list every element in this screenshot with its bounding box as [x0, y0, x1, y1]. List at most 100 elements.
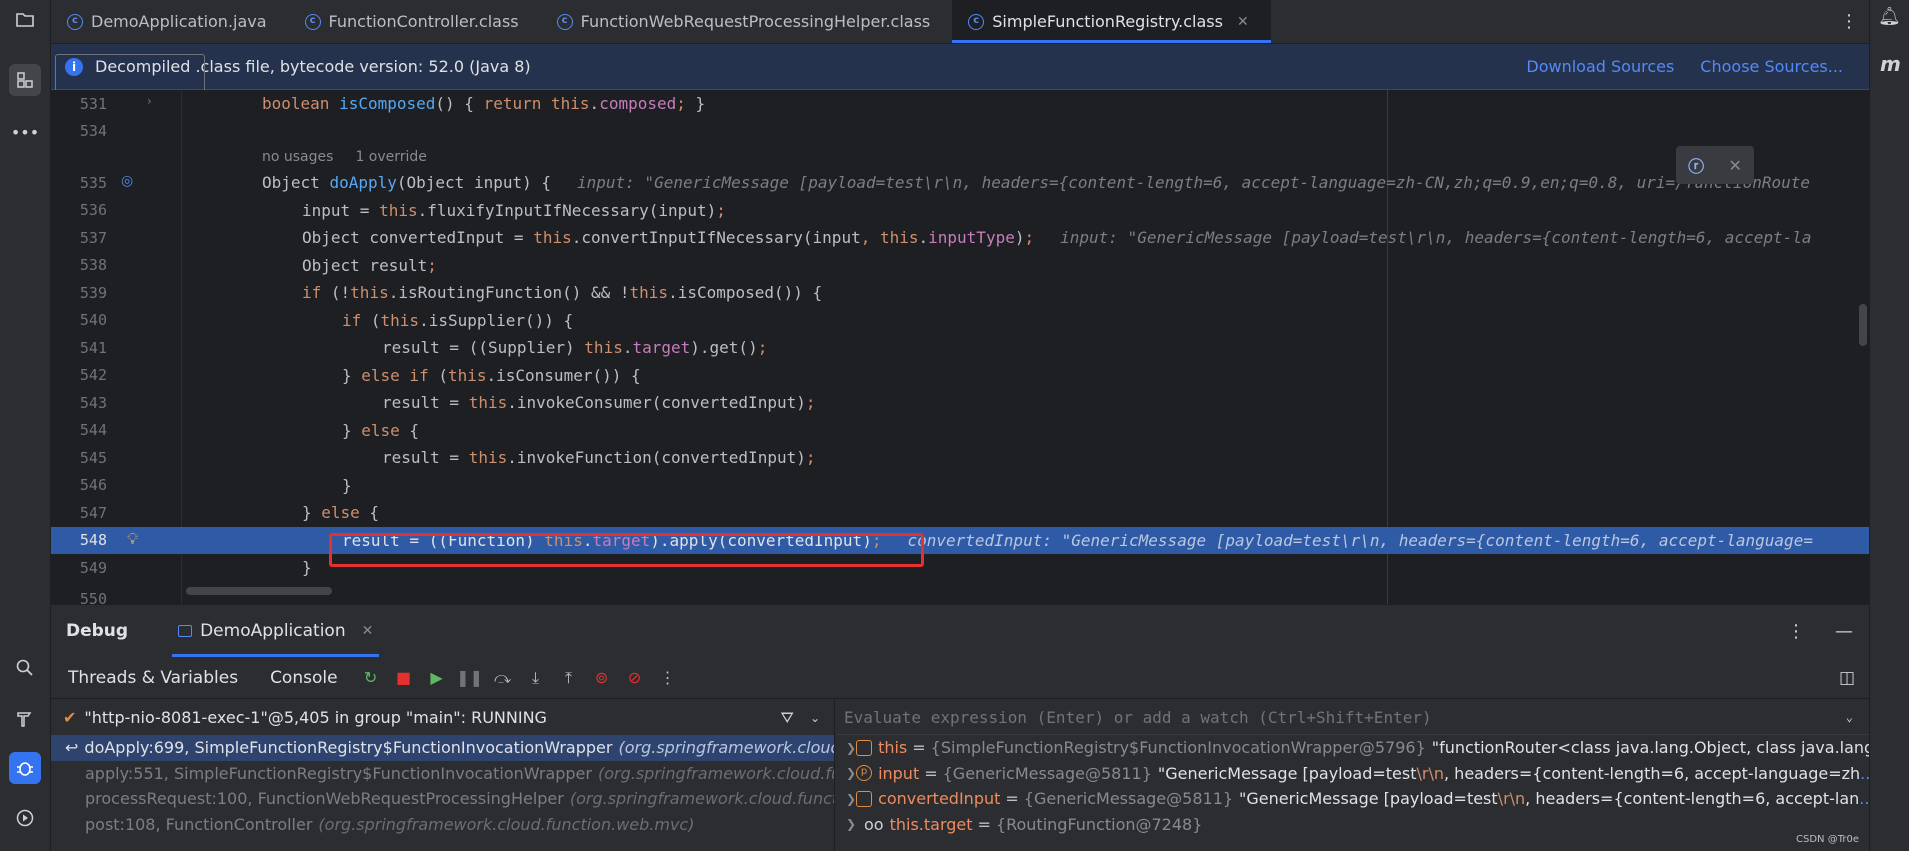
frame-row[interactable]: post:108, FunctionController (org.spring…	[51, 812, 834, 838]
app-window-icon	[178, 625, 193, 637]
class-file-icon: c	[304, 13, 321, 30]
code-line: 541 result = ((Supplier) this.target).ge…	[79, 338, 768, 358]
usages-line: no usages 1 override	[51, 145, 1869, 169]
choose-sources-link[interactable]: Choose Sources...	[1700, 57, 1843, 76]
variable-row[interactable]: ❯ this = {SimpleFunctionRegistry$Function…	[836, 735, 1869, 761]
run-services-icon[interactable]	[9, 802, 41, 834]
code-line: 547 } else {	[79, 503, 380, 523]
debug-bug-icon[interactable]	[9, 752, 41, 784]
reader-mode-icon[interactable]: ⓡ	[1688, 153, 1704, 177]
chevron-right-icon[interactable]: ❯	[846, 817, 864, 831]
close-icon[interactable]: ✕	[362, 623, 374, 639]
view-link[interactable]: ... View	[1860, 764, 1869, 783]
fold-chevron-icon[interactable]: ›	[147, 94, 152, 108]
override-hint[interactable]: 1 override	[355, 149, 426, 165]
code-line: 538 Object result;	[79, 255, 437, 275]
step-into-icon[interactable]: ⤓	[525, 667, 547, 689]
usages-hint[interactable]: no usages	[262, 149, 333, 165]
tab-function-web-request-helper[interactable]: c FunctionWebRequestProcessingHelper.cla…	[541, 0, 953, 43]
return-arrow-icon: ↩	[65, 738, 79, 758]
more-vertical-icon[interactable]: ⋮	[1829, 0, 1869, 43]
frames-list: ✔ "http-nio-8081-exec-1"@5,405 in group …	[51, 700, 835, 851]
decompiled-banner: i Decompiled .class file, bytecode versi…	[51, 44, 1869, 90]
ai-assistant-icon[interactable]: m	[1880, 52, 1901, 76]
tab-threads-variables[interactable]: Threads & Variables	[68, 668, 238, 688]
code-line: 543 result = this.invokeConsumer(convert…	[79, 393, 816, 413]
tab-demo-application[interactable]: c DemoApplication.java	[51, 0, 289, 43]
notifications-bell-icon[interactable]: 🔔︎	[1878, 6, 1901, 27]
class-file-icon: c	[968, 13, 985, 30]
tab-simple-function-registry[interactable]: c SimpleFunctionRegistry.class ✕	[952, 0, 1271, 43]
tab-debug-session[interactable]: DemoApplication ✕	[172, 605, 379, 657]
code-line: 545 result = this.invokeFunction(convert…	[79, 448, 816, 468]
frame-row[interactable]: ↩ doApply:699, SimpleFunctionRegistry$Fu…	[51, 735, 834, 761]
resume-icon[interactable]: ▶	[426, 667, 448, 689]
class-file-icon: c	[556, 13, 573, 30]
chevron-down-icon[interactable]: ⌄	[810, 711, 820, 725]
evaluate-expression-input[interactable]: Evaluate expression (Enter) or add a wat…	[836, 700, 1869, 735]
pause-icon[interactable]: ❚❚	[456, 667, 483, 689]
variable-row[interactable]: ❯ p input = {GenericMessage@5811} "Generi…	[836, 761, 1869, 787]
stop-icon[interactable]: ■	[393, 667, 415, 689]
lightbulb-icon[interactable]: 💡︎	[127, 529, 138, 549]
structure-icon[interactable]	[9, 64, 41, 96]
chevron-right-icon[interactable]: ❯	[846, 792, 856, 806]
code-line: 542 } else if (this.isConsumer()) {	[79, 365, 641, 385]
frame-row[interactable]: apply:551, SimpleFunctionRegistry$Functi…	[51, 761, 834, 787]
frame-row[interactable]: processRequest:100, FunctionWebRequestPr…	[51, 786, 834, 812]
tab-console[interactable]: Console	[270, 668, 338, 688]
override-marker-icon[interactable]: ◎	[121, 173, 133, 189]
download-sources-link[interactable]: Download Sources	[1526, 57, 1674, 76]
code-line: 536 input = this.fluxifyInputIfNecessary…	[79, 200, 726, 220]
debug-header: Debug DemoApplication ✕ ⋮ —	[51, 605, 1869, 657]
watermark: CSDN @Tr0e	[1796, 834, 1859, 845]
execution-line: 548 💡︎ result = ((Function) this.target)…	[51, 526, 1869, 554]
right-tool-strip: 🔔︎ m	[1869, 0, 1909, 851]
code-line: 537 Object convertedInput = this.convert…	[79, 228, 1812, 248]
variable-row[interactable]: ❯ convertedInput = {GenericMessage@5811} …	[836, 786, 1869, 812]
thread-selector[interactable]: ✔ "http-nio-8081-exec-1"@5,405 in group …	[51, 700, 834, 735]
left-tool-strip: •••	[0, 0, 51, 851]
code-editor[interactable]: 531 › boolean isComposed() { return this…	[51, 90, 1869, 604]
chevron-right-icon[interactable]: ❯	[846, 741, 856, 755]
minimize-icon[interactable]: —	[1835, 621, 1853, 642]
close-icon[interactable]: ✕	[1728, 156, 1741, 175]
chevron-right-icon[interactable]: ❯	[846, 766, 856, 780]
watch-glasses-icon: oo	[864, 814, 884, 834]
horizontal-scrollbar[interactable]	[186, 587, 332, 595]
inline-debug-value: input: "GenericMessage [payload=test\r\n…	[577, 173, 1810, 193]
project-folder-icon[interactable]	[9, 4, 41, 36]
variable-row[interactable]: ❯ oo this.target = {RoutingFunction@7248}	[836, 812, 1869, 838]
field-icon	[856, 790, 873, 807]
chevron-down-icon[interactable]: ⌄	[1846, 710, 1853, 724]
annotation-red-box	[329, 533, 924, 567]
code-line: 534	[79, 122, 107, 141]
more-tools-icon[interactable]: •••	[9, 116, 41, 148]
view-link[interactable]: ... View	[1859, 789, 1869, 808]
vertical-scrollbar[interactable]	[1859, 304, 1867, 346]
layout-icon[interactable]: ◫	[1839, 668, 1855, 688]
tab-function-controller[interactable]: c FunctionController.class	[289, 0, 541, 43]
variables-panel: Evaluate expression (Enter) or add a wat…	[836, 700, 1869, 851]
code-line: 546 }	[79, 475, 352, 495]
reader-mode-toolbar: ⓡ ✕	[1676, 146, 1754, 184]
debug-panel: Debug DemoApplication ✕ ⋮ — Threads & Va…	[51, 604, 1869, 851]
step-over-icon[interactable]: ⤼	[492, 667, 514, 689]
rerun-icon[interactable]: ↻	[360, 667, 382, 689]
code-line: 539 if (!this.isRoutingFunction() && !th…	[79, 283, 823, 303]
mute-breakpoints-icon[interactable]: ⊘	[624, 667, 646, 689]
filter-icon[interactable]: ⛛	[780, 708, 793, 728]
class-file-icon: c	[67, 13, 83, 30]
close-icon[interactable]: ✕	[1237, 14, 1249, 30]
build-hammer-icon[interactable]	[9, 703, 41, 735]
check-icon: ✔	[63, 708, 77, 727]
more-vertical-icon[interactable]: ⋮	[1787, 621, 1805, 642]
editor-tabs: c DemoApplication.java c FunctionControl…	[51, 0, 1869, 44]
more-vertical-icon[interactable]: ⋮	[657, 667, 679, 689]
code-line: 549 }	[79, 558, 312, 578]
view-breakpoints-icon[interactable]: ⊚	[591, 667, 613, 689]
search-icon[interactable]	[9, 652, 41, 684]
code-line: 535 ◎ Object doApply(Object input) {inpu…	[79, 173, 1810, 193]
debug-toolbar: Threads & Variables Console ↻ ■ ▶ ❚❚ ⤼ ⤓…	[51, 657, 1869, 699]
step-out-icon[interactable]: ⤒	[558, 667, 580, 689]
